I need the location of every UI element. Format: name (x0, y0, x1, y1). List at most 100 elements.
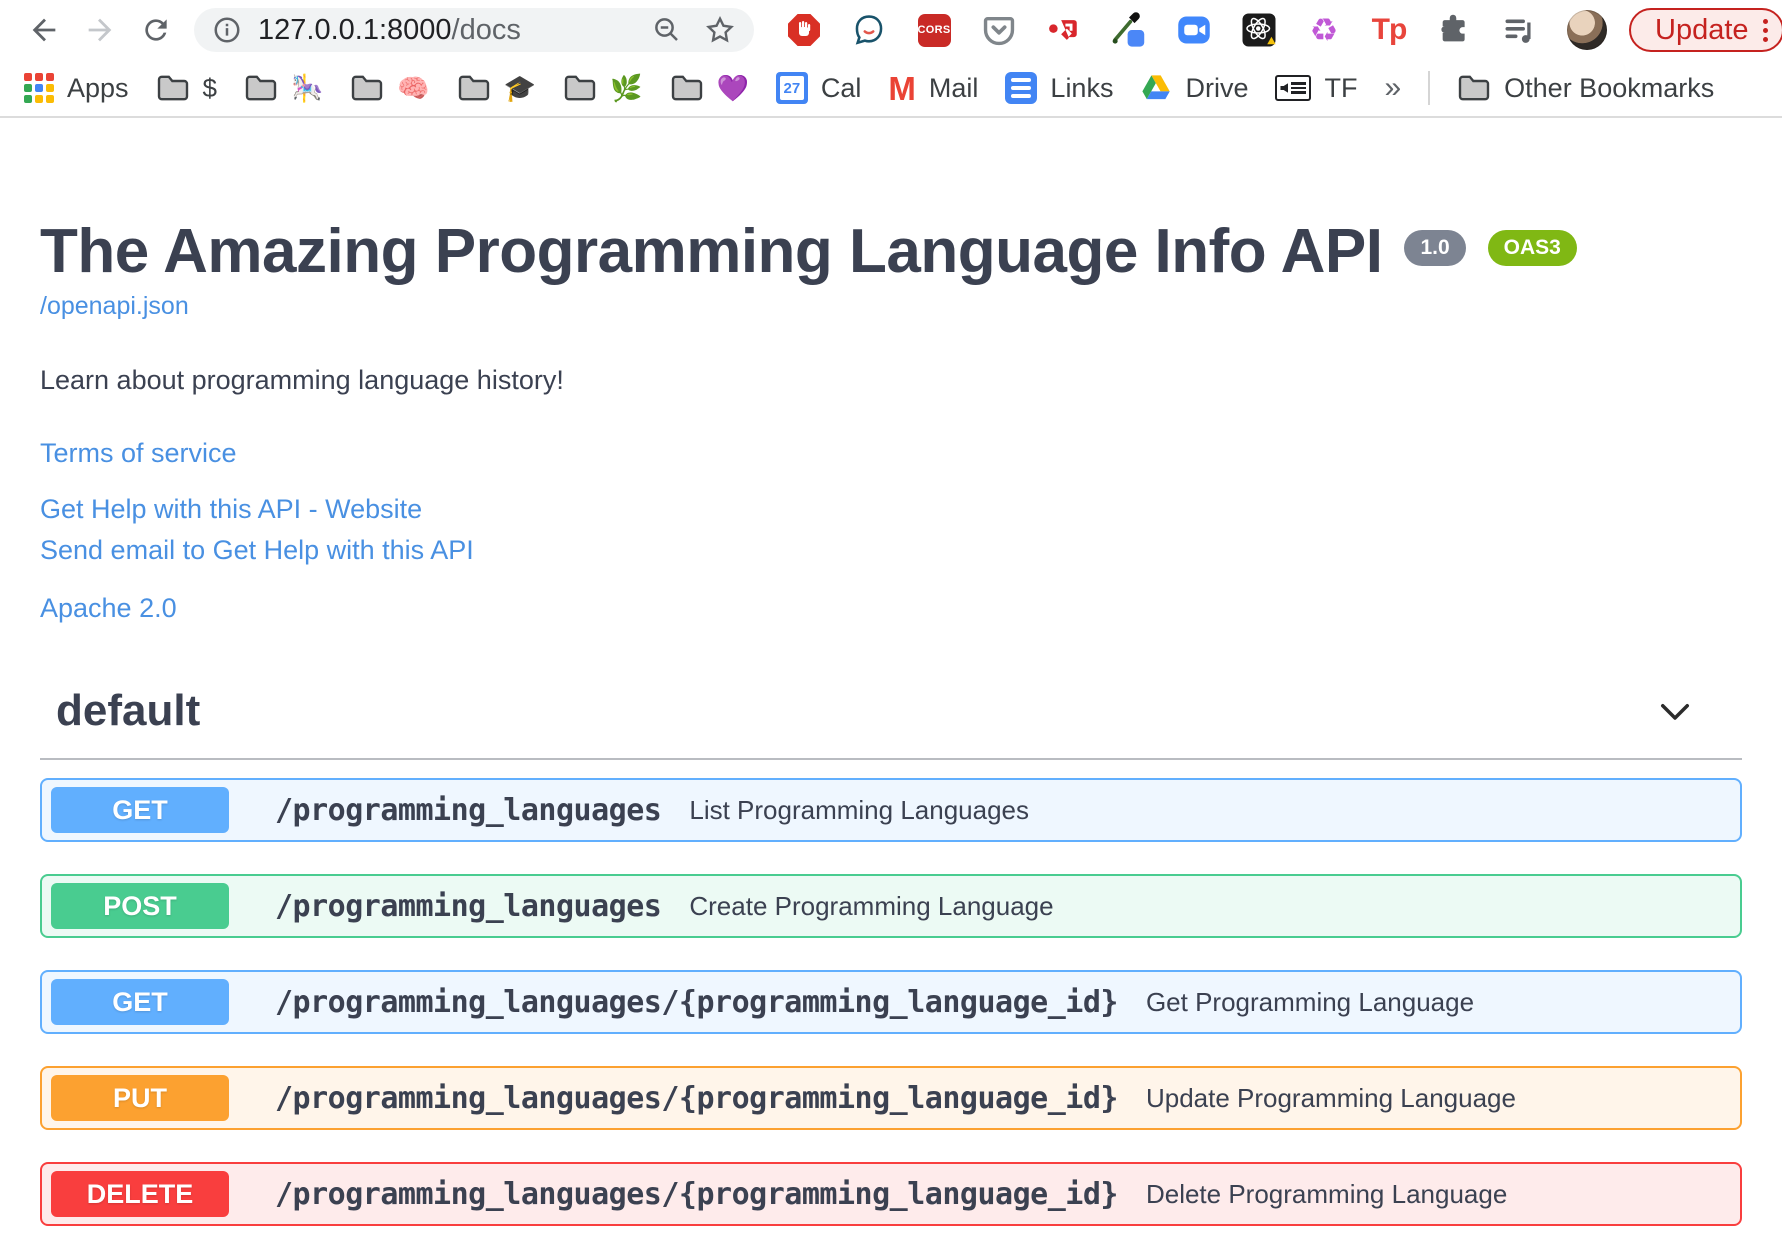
bookmark-apps[interactable]: Apps (24, 73, 129, 104)
bookmark-folder-herb[interactable]: 🌿 (563, 72, 643, 104)
stop-hand-extension-icon[interactable] (786, 12, 822, 48)
operation-row-create-language[interactable]: POST /programming_languages Create Progr… (40, 874, 1742, 939)
endpoint-path: /programming_languages (275, 888, 662, 924)
chevron-down-icon[interactable] (1654, 690, 1696, 732)
tp-extension-icon[interactable]: Tp (1371, 12, 1408, 48)
cors-label: CORS (917, 13, 951, 47)
folder-icon (352, 75, 383, 101)
endpoint-path: /programming_languages/{programming_lang… (275, 984, 1118, 1020)
bookmarks-overflow-chevron[interactable]: » (1384, 71, 1401, 105)
bookmark-folder-brain[interactable]: 🧠 (350, 72, 430, 104)
folder-icon (564, 75, 596, 101)
bookmark-folder-carousel[interactable]: 🎠 (244, 73, 323, 104)
bookmark-label: Drive (1185, 72, 1249, 103)
bookmark-folder-school[interactable]: 🎓 (457, 73, 536, 104)
tag-section-header[interactable]: default (40, 686, 1742, 761)
folder-emoji: 🎠 (291, 72, 324, 103)
bookmark-mail[interactable]: M Mail (888, 72, 978, 105)
endpoint-summary: Delete Programming Language (1145, 1178, 1508, 1209)
operation-row-update-language[interactable]: PUT /programming_languages/{programming_… (40, 1066, 1742, 1131)
folder-emoji: $ (202, 72, 218, 103)
react-atom-glyph (1242, 13, 1276, 47)
swagger-docs-page: The Amazing Programming Language Info AP… (0, 217, 1782, 1227)
dot-arrow-glyph (1049, 20, 1077, 40)
forward-button[interactable] (80, 10, 120, 50)
other-bookmarks[interactable]: Other Bookmarks (1457, 73, 1714, 104)
google-calendar-icon: 27 (775, 72, 808, 104)
back-button[interactable] (24, 10, 64, 50)
zoom-extension-icon[interactable] (1176, 12, 1212, 48)
operation-row-delete-language[interactable]: DELETE /programming_languages/{programmi… (40, 1162, 1742, 1227)
bookmark-folder-heart[interactable]: 💜 (670, 73, 749, 104)
folder-icon (671, 75, 702, 101)
chat-bubble-extension-icon[interactable] (851, 12, 887, 48)
react-devtools-extension-icon[interactable] (1241, 12, 1277, 48)
terms-of-service-link[interactable]: Terms of service (40, 438, 237, 469)
reload-button[interactable] (136, 10, 176, 50)
endpoint-summary: List Programming Languages (689, 794, 1029, 825)
license-link[interactable]: Apache 2.0 (40, 593, 177, 624)
endpoint-path: /programming_languages/{programming_lang… (275, 1080, 1118, 1116)
operation-row-list-languages[interactable]: GET /programming_languages List Programm… (40, 778, 1742, 843)
profile-avatar[interactable] (1567, 10, 1607, 50)
apps-grid-icon (24, 73, 54, 103)
video-camera-glyph (1178, 16, 1210, 44)
folder-emoji: 🌿 (610, 72, 643, 103)
folder-emoji: 🧠 (397, 72, 430, 103)
cors-extension-icon[interactable]: CORS (916, 12, 952, 48)
http-method-badge: POST (51, 883, 229, 930)
address-bar[interactable]: 127.0.0.1:8000/docs (194, 8, 754, 52)
update-label: Update (1655, 13, 1749, 46)
tag-section-title: default (56, 686, 201, 736)
bookmark-label: Cal (820, 72, 862, 103)
playlist-glyph (1505, 19, 1531, 43)
pocket-extension-icon[interactable] (981, 12, 1017, 48)
url-host: 127.0.0.1:8000 (258, 13, 452, 46)
recycle-glyph: ♻ (1309, 12, 1339, 48)
doc-lines-icon (1005, 72, 1038, 104)
flashcard-icon (1275, 75, 1312, 101)
url-text[interactable]: 127.0.0.1:8000/docs (258, 14, 652, 47)
http-method-badge: GET (51, 979, 229, 1026)
api-title-row: The Amazing Programming Language Info AP… (40, 217, 1742, 286)
endpoint-summary: Create Programming Language (689, 890, 1054, 921)
other-bookmarks-label: Other Bookmarks (1504, 72, 1715, 103)
puzzle-glyph (1441, 14, 1465, 42)
reload-icon (145, 19, 167, 41)
tp-label: Tp (1371, 13, 1408, 46)
bookmarks-divider (1428, 71, 1431, 105)
bookmark-tf[interactable]: TF (1275, 73, 1357, 104)
bookmark-links[interactable]: Links (1005, 72, 1113, 104)
email-help-link[interactable]: Send email to Get Help with this API (40, 532, 474, 569)
bookmark-star-icon[interactable] (704, 14, 736, 46)
bookmark-folder-money[interactable]: $ (156, 73, 217, 104)
media-playlist-icon[interactable] (1501, 12, 1537, 48)
operation-row-get-language[interactable]: GET /programming_languages/{programming_… (40, 970, 1742, 1035)
http-method-badge: DELETE (51, 1171, 229, 1218)
operations-list: GET /programming_languages List Programm… (40, 778, 1742, 1227)
browser-menu-kebab-icon[interactable] (1762, 18, 1768, 42)
share-red-extension-icon[interactable] (1046, 12, 1082, 48)
folder-emoji: 💜 (716, 72, 749, 103)
http-method-badge: PUT (51, 1075, 229, 1122)
api-description: Learn about programming language history… (40, 365, 564, 396)
openapi-spec-link[interactable]: /openapi.json (40, 292, 189, 321)
recycle-extension-icon[interactable]: ♻ (1306, 12, 1342, 48)
oas3-badge: OAS3 (1487, 230, 1577, 266)
bookmark-label: Mail (928, 72, 979, 103)
extension-icons-row: CORS ♻ Tp (786, 12, 1537, 48)
zoom-out-icon[interactable] (652, 15, 682, 45)
endpoint-path: /programming_languages (275, 792, 662, 828)
extensions-puzzle-icon[interactable] (1436, 12, 1472, 48)
bookmark-calendar[interactable]: 27 Cal (775, 72, 862, 104)
chrome-update-button[interactable]: Update (1629, 8, 1782, 52)
website-help-link[interactable]: Get Help with this API - Website (40, 491, 422, 528)
color-picker-extension-icon[interactable] (1111, 12, 1147, 48)
pocket-glyph (983, 16, 1015, 46)
api-title: The Amazing Programming Language Info AP… (40, 217, 1383, 286)
folder-emoji: 🎓 (503, 72, 537, 103)
url-path: /docs (451, 13, 521, 46)
site-info-icon[interactable] (212, 15, 242, 45)
endpoint-summary: Update Programming Language (1145, 1082, 1516, 1113)
bookmark-drive[interactable]: Drive (1140, 73, 1248, 104)
